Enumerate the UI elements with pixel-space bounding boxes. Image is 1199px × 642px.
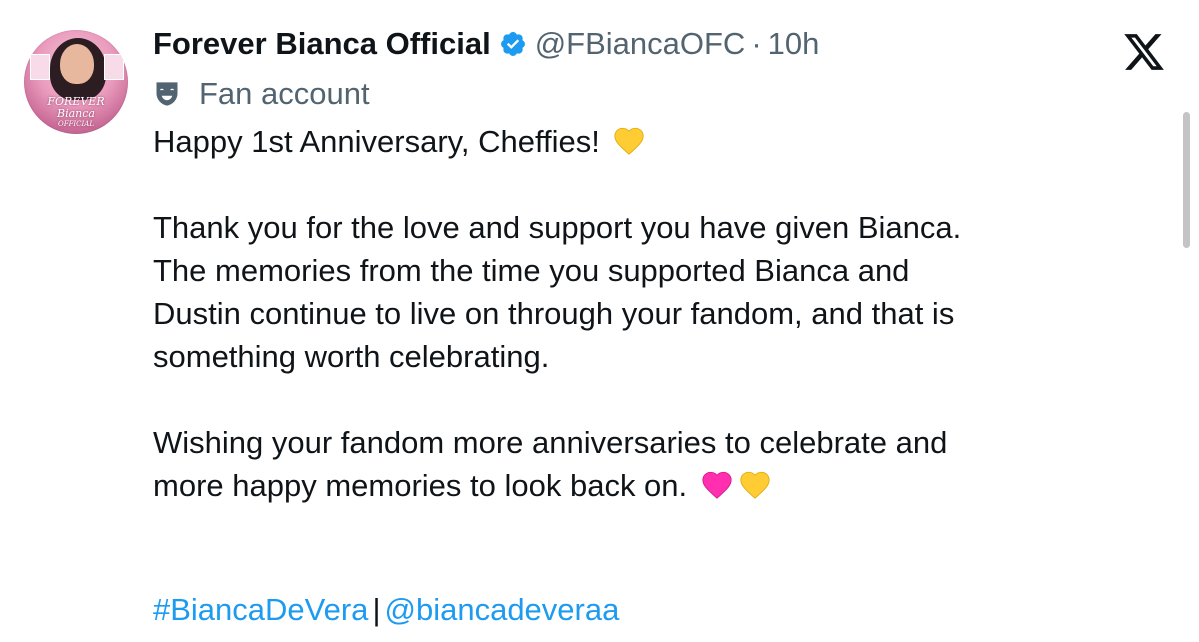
pink-heart-icon — [702, 471, 732, 499]
tweet-line: more happy memories to look back on. — [153, 464, 1163, 507]
avatar-logo-small: OFFICIAL — [57, 120, 95, 128]
tweet-line: something worth celebrating. — [153, 339, 550, 374]
tweet-tags: #BiancaDeVera | @biancadeveraa — [153, 588, 619, 631]
tweet-line: Happy 1st Anniversary, Cheffies! — [153, 120, 1163, 163]
display-name[interactable]: Forever Bianca Official — [153, 26, 491, 62]
tweet-line: Wishing your fandom more anniversaries t… — [153, 425, 948, 460]
avatar-logo-text: FOREVER Bianca OFFICIAL — [30, 96, 122, 129]
header-separator: · — [751, 26, 762, 61]
avatar-face — [60, 44, 94, 84]
scrollbar-thumb[interactable] — [1183, 112, 1190, 248]
timestamp[interactable]: 10h — [768, 26, 820, 62]
yellow-heart-icon — [740, 471, 770, 499]
avatar-photo-frame — [104, 54, 124, 80]
avatar[interactable]: FOREVER Bianca OFFICIAL — [24, 30, 128, 134]
tweet-line: The memories from the time you supported… — [153, 253, 910, 288]
tweet-line: Dustin continue to live on through your … — [153, 296, 955, 331]
hashtag-link[interactable]: #BiancaDeVera — [153, 592, 368, 627]
theater-mask-icon — [156, 82, 178, 106]
handle[interactable]: @FBiancaOFC — [535, 26, 746, 62]
account-label: Fan account — [153, 74, 370, 114]
mention-link[interactable]: @biancadeveraa — [385, 592, 620, 627]
verified-badge-icon — [500, 32, 525, 56]
tweet-line-text: more happy memories to look back on. — [153, 468, 688, 503]
tweet-text: Happy 1st Anniversary, Cheffies! Thank y… — [153, 120, 1163, 507]
tweet-header: Forever Bianca Official @FBiancaOFC · 10… — [153, 22, 819, 66]
tag-separator: | — [372, 592, 381, 627]
avatar-photo-frame — [30, 54, 50, 80]
avatar-logo-bottom: Bianca — [57, 107, 95, 120]
x-logo-icon[interactable] — [1118, 30, 1170, 74]
tweet-line-text: Happy 1st Anniversary, Cheffies! — [153, 124, 600, 159]
yellow-heart-icon — [614, 127, 645, 155]
tweet-line: Thank you for the love and support you h… — [153, 210, 962, 245]
account-label-text: Fan account — [199, 76, 370, 111]
